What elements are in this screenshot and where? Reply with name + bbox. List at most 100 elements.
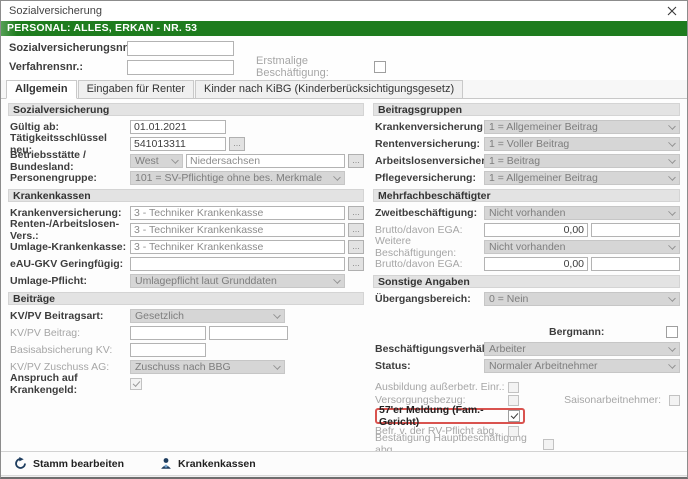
section-beitragsgruppen: Beitragsgruppen [373, 103, 680, 116]
procedure-number-input[interactable] [127, 60, 234, 75]
bg-pv-label: Pflegeversicherung: [375, 172, 484, 184]
taetigkeitsschluessel-browse-button[interactable]: ... [229, 137, 245, 151]
first-employment-label: Erstmalige Beschäftigung: [256, 55, 374, 79]
beschaeftigungsverhaeltnis-label: Beschäftigungsverhältnis: [375, 343, 484, 355]
brutto-ega-input-1b[interactable] [591, 223, 680, 237]
bg-rv-dropdown: 1 = Voller Beitrag [484, 137, 680, 151]
status-dropdown: Normaler Arbeitnehmer [484, 359, 680, 373]
weitere-beschaeftigungen-label: Weitere Beschäftigungen: [375, 235, 484, 259]
brutto-ega-input-1a[interactable] [484, 223, 588, 237]
eau-gkv-label: eAU-GKV Geringfügig: [10, 258, 130, 270]
krankengeld-label: Anspruch auf Krankengeld: [10, 372, 130, 396]
top-fields: Sozialversicherungsnr.: Verfahrensnr.: E… [1, 36, 687, 80]
chevron-down-icon [668, 122, 676, 130]
brutto-ega-label-2: Brutto/davon EGA: [375, 258, 484, 270]
renten-arbeitslosen-browse-button[interactable]: ... [348, 223, 364, 237]
uebergangsbereich-dropdown: 0 = Nein [484, 292, 680, 306]
bergmann-row: Bergmann: [375, 325, 678, 339]
section-beitraege: Beiträge [8, 292, 364, 305]
kv-pv-beitrag-input-2[interactable] [209, 326, 288, 340]
bg-kv-row: Krankenversicherung: 1 = Allgemeiner Bei… [375, 120, 680, 134]
title-bar: Sozialversicherung [1, 1, 687, 21]
bg-av-dropdown: 1 = Beitrag [484, 154, 680, 168]
renten-arbeitslosen-input[interactable] [130, 223, 345, 237]
stamm-bearbeiten-button[interactable]: Stamm bearbeiten [14, 457, 124, 470]
chevron-down-icon [668, 139, 676, 147]
brutto-ega-input-2b[interactable] [591, 257, 680, 271]
tab-bar: Allgemein Eingaben für Renter Kinder nac… [1, 80, 687, 99]
taetigkeitsschluessel-input[interactable] [130, 137, 226, 151]
chevron-down-icon [171, 156, 179, 164]
gueltig-ab-input[interactable] [130, 120, 226, 134]
personengruppe-dropdown: 101 = SV-Pflichtige ohne bes. Merkmale [130, 171, 345, 185]
krankenversicherung-kasse-browse-button[interactable]: ... [348, 206, 364, 220]
personengruppe-label: Personengruppe: [10, 172, 130, 184]
chevron-down-icon [333, 276, 341, 284]
saisonarbeitnehmer-checkbox [669, 395, 680, 406]
bestaetigung-checkbox [543, 439, 554, 450]
eau-gkv-browse-button[interactable]: ... [348, 257, 364, 271]
sv-number-input[interactable] [127, 41, 234, 56]
tab-allgemein[interactable]: Allgemein [6, 80, 77, 99]
status-label: Status: [375, 360, 484, 372]
brutto-ega-row-2: Brutto/davon EGA: [375, 257, 680, 271]
personal-header-text: PERSONAL: ALLES, ERKAN - NR. 53 [7, 22, 197, 34]
meldung57-checkbox[interactable] [508, 410, 520, 422]
bergmann-checkbox[interactable] [666, 326, 678, 338]
close-icon[interactable] [665, 4, 679, 18]
ausbildung-row: Ausbildung außerbetr. Einr.: [375, 381, 680, 393]
eau-gkv-input[interactable] [130, 257, 345, 271]
sv-number-label: Sozialversicherungsnr.: [9, 42, 127, 54]
tab-eingaben-fuer-renter[interactable]: Eingaben für Renter [78, 80, 194, 98]
bundesland-input[interactable] [186, 154, 345, 168]
bg-av-label: Arbeitslosenversicherung: [375, 155, 484, 167]
refresh-icon [14, 457, 27, 470]
tab-kinder-kibg[interactable]: Kinder nach KiBG (Kinderberücksichtigung… [195, 80, 463, 98]
weitere-beschaeftigungen-dropdown: Nicht vorhanden [484, 240, 680, 254]
chevron-down-icon [273, 311, 281, 319]
bottom-toolbar: Stamm bearbeiten Krankenkassen [1, 451, 687, 475]
bundesland-browse-button[interactable]: ... [348, 154, 364, 168]
kv-pv-beitrag-row: KV/PV Beitrag: [10, 326, 364, 340]
brutto-ega-input-2a[interactable] [484, 257, 588, 271]
zweitbeschaeftigung-dropdown: Nicht vorhanden [484, 206, 680, 220]
basisabsicherung-row: Basisabsicherung KV: [10, 343, 364, 357]
basisabsicherung-input[interactable] [130, 343, 206, 357]
krankenversicherung-kasse-input[interactable] [130, 206, 345, 220]
meldung57-label: 57'er Meldung (Fam.-Gericht) [379, 404, 508, 428]
bg-rv-row: Rentenversicherung: 1 = Voller Beitrag [375, 137, 680, 151]
versorgungsbezug-checkbox [508, 395, 519, 406]
sozialversicherung-dialog: Sozialversicherung PERSONAL: ALLES, ERKA… [0, 0, 688, 479]
window-title: Sozialversicherung [9, 5, 665, 17]
saisonarbeitnehmer-label: Saisonarbeitnehmer: [564, 394, 661, 406]
chevron-down-icon [333, 173, 341, 181]
right-column: Beitragsgruppen Krankenversicherung: 1 =… [373, 103, 680, 451]
zuschuss-dropdown: Zuschuss nach BBG [130, 360, 285, 374]
chevron-down-icon [668, 361, 676, 369]
chevron-down-icon [668, 294, 676, 302]
section-mehrfachbeschaeftigter: Mehrfachbeschäftigter [373, 189, 680, 202]
krankenkassen-button[interactable]: Krankenkassen [160, 457, 256, 470]
first-employment-checkbox[interactable] [374, 61, 386, 73]
umlage-krankenkasse-input[interactable] [130, 240, 345, 254]
basisabsicherung-label: Basisabsicherung KV: [10, 344, 130, 356]
chevron-down-icon [273, 362, 281, 370]
beitragsart-label: KV/PV Beitragsart: [10, 310, 130, 322]
bg-pv-row: Pflegeversicherung: 1 = Allgemeiner Beit… [375, 171, 680, 185]
tab-content-allgemein: Sozialversicherung Gültig ab: Tätigkeits… [1, 99, 687, 451]
zweitbeschaeftigung-label: Zweitbeschäftigung: [375, 207, 484, 219]
uebergangsbereich-row: Übergangsbereich: 0 = Nein [375, 292, 680, 306]
umlage-pflicht-dropdown: Umlagepflicht laut Grunddaten [130, 274, 345, 288]
chevron-down-icon [668, 208, 676, 216]
betriebsstaette-label: Betriebsstätte / Bundesland: [10, 149, 130, 173]
kv-pv-beitrag-input-1[interactable] [130, 326, 206, 340]
bestaetigung-row: Bestätigung Hauptbeschäftigung abg. [375, 438, 680, 450]
umlage-krankenkasse-browse-button[interactable]: ... [348, 240, 364, 254]
personal-header: PERSONAL: ALLES, ERKAN - NR. 53 [1, 21, 687, 36]
renten-arbeitslosen-row: Renten-/Arbeitslosen-Vers.: ... [10, 223, 364, 237]
renten-arbeitslosen-label: Renten-/Arbeitslosen-Vers.: [10, 218, 130, 242]
chevron-down-icon [668, 156, 676, 164]
bergmann-label: Bergmann: [549, 326, 658, 338]
left-column: Sozialversicherung Gültig ab: Tätigkeits… [8, 103, 364, 451]
beschaeftigungsverhaeltnis-dropdown: Arbeiter [484, 342, 680, 356]
